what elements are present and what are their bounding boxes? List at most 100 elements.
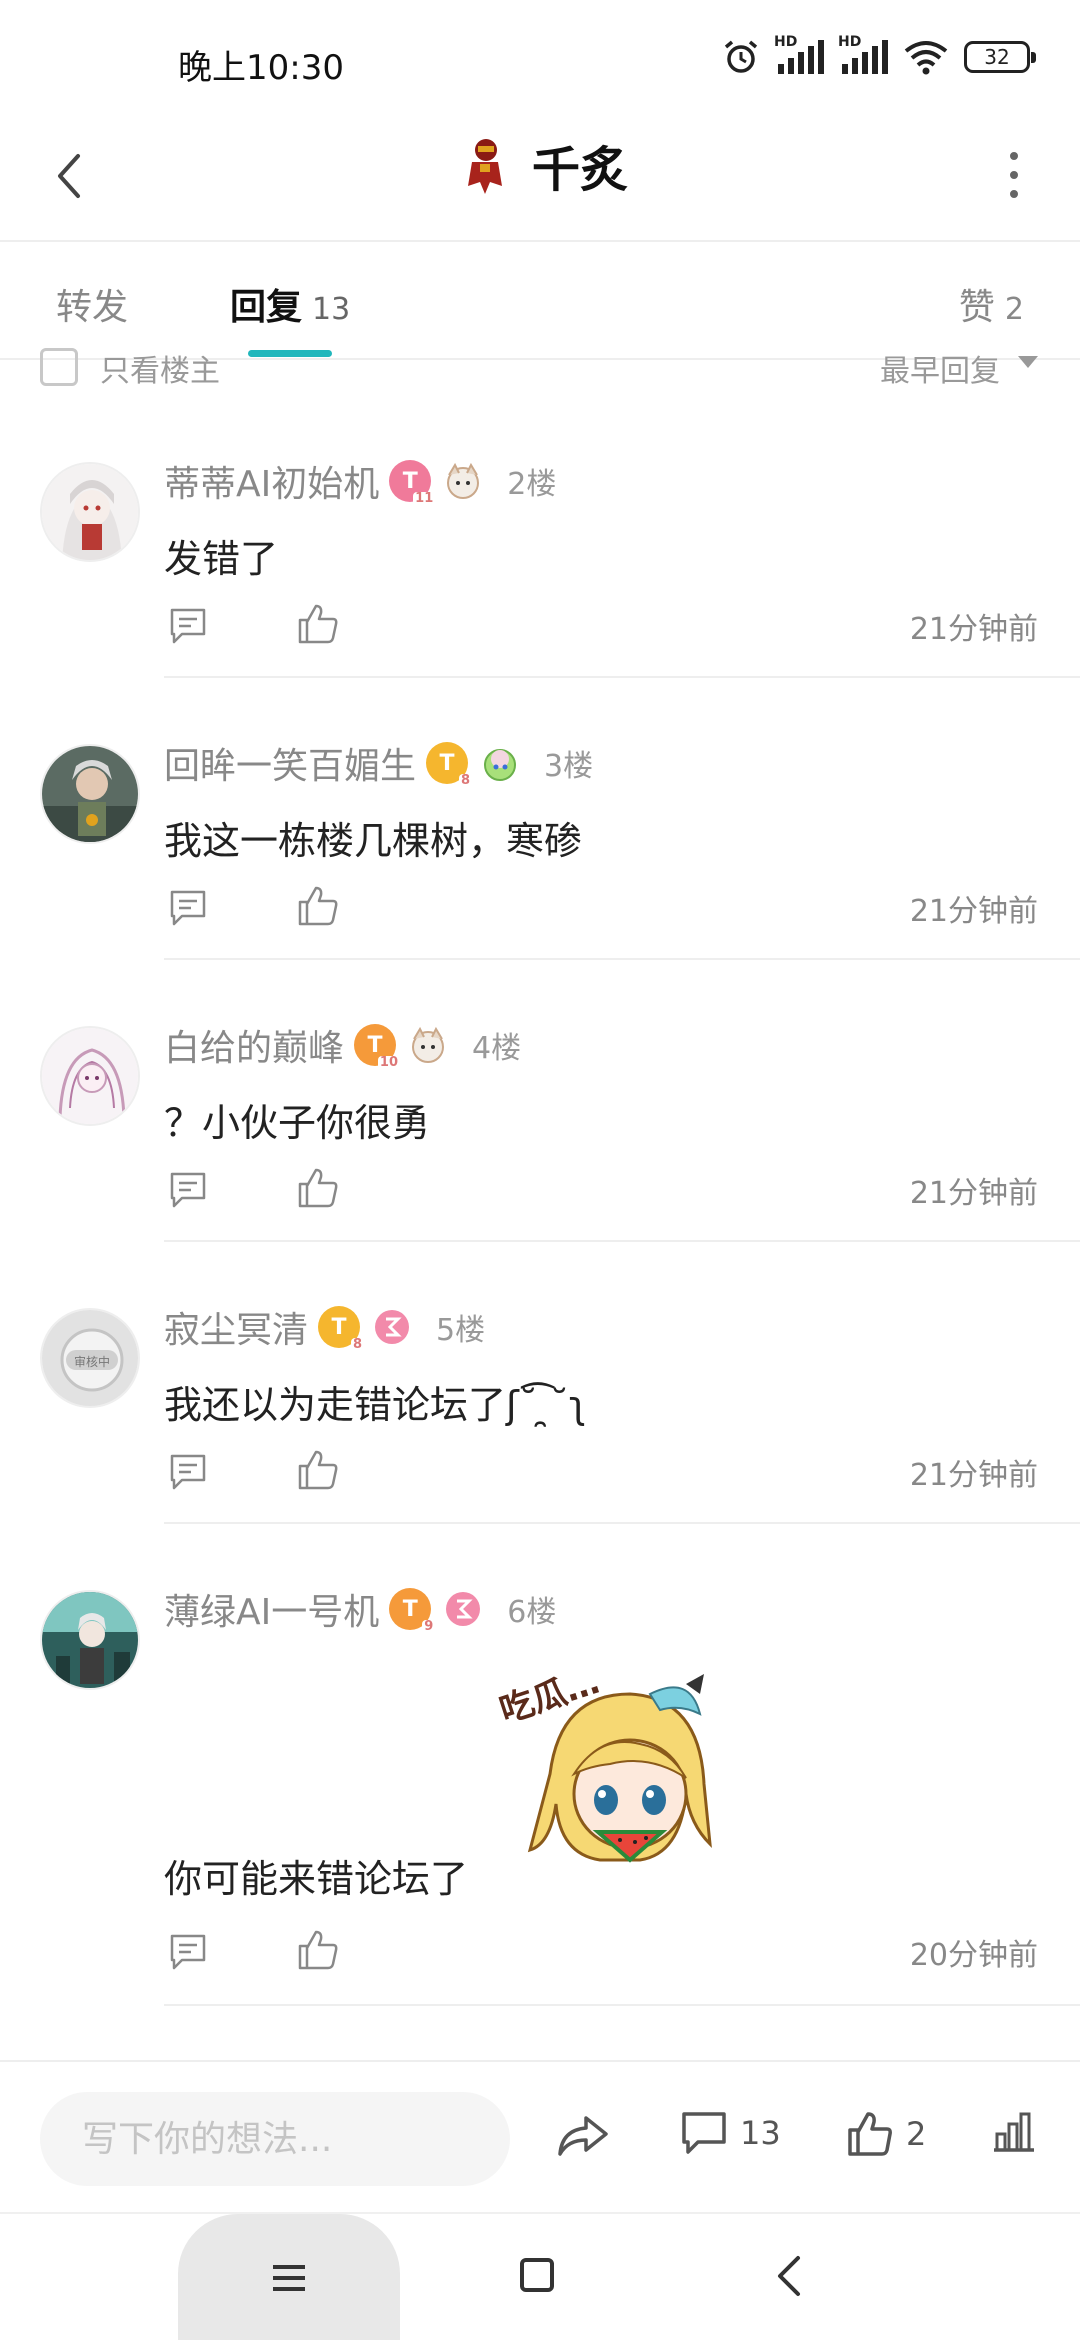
like-icon[interactable] <box>296 602 340 646</box>
avatar-pending-label: 审核中 <box>74 1354 110 1369</box>
nav-menu-button[interactable] <box>178 2214 400 2340</box>
level-badge-icon: T8 <box>426 742 473 788</box>
battery-icon: 32 <box>964 41 1036 73</box>
badge-level: 8 <box>350 1337 365 1352</box>
comment-count: 13 <box>740 2114 781 2152</box>
sort-dropdown[interactable]: 最早回复 <box>880 346 1000 390</box>
comment-meta: 白给的巅峰 T 10 4楼 <box>164 1020 521 1070</box>
floor-number: 4楼 <box>472 1031 522 1066</box>
header-center: 千炙 <box>0 130 1080 200</box>
avatar[interactable] <box>40 462 140 562</box>
comment-time: 21分钟前 <box>909 894 1038 929</box>
comment-input-box[interactable] <box>40 2092 510 2186</box>
badge-level: 10 <box>377 1055 401 1070</box>
hd-signal-icon: HD <box>838 34 888 74</box>
tab-repost-label: 转发 <box>56 287 129 328</box>
comment-content[interactable]: ？小伙子你很勇 <box>164 1092 430 1147</box>
tab-reply-label: 回复 <box>230 287 303 328</box>
username[interactable]: 寂尘冥清 <box>164 1301 308 1353</box>
floor-number: 2楼 <box>507 467 557 502</box>
tab-like-label: 赞 <box>958 287 995 328</box>
comment-actions: 21分钟前 <box>164 1444 1040 1504</box>
thumbs-up-icon <box>848 2112 892 2156</box>
alarm-icon <box>724 40 758 73</box>
comment-content[interactable]: 发错了 <box>164 528 278 583</box>
level-badge-icon: T8 <box>318 1306 365 1352</box>
tab-reply[interactable]: 回复 13 <box>230 278 350 330</box>
avatar[interactable] <box>40 1026 140 1126</box>
comment-icon <box>682 2112 726 2154</box>
comment-input[interactable] <box>40 2092 510 2186</box>
menu-icon <box>273 2265 305 2291</box>
avatar[interactable]: 审核中 <box>40 1308 140 1408</box>
sticker-image[interactable]: 吃瓜… <box>490 1654 730 1884</box>
tab-reply-count: 13 <box>312 292 351 327</box>
divider <box>164 2004 1080 2006</box>
caret-down-icon <box>1018 356 1038 368</box>
comment-item: 回眸一笑百媚生 T8 3楼 我这一栋楼几棵树，寒碜 21分钟前 <box>0 722 1080 962</box>
avatar[interactable] <box>40 1590 140 1690</box>
reply-icon[interactable] <box>168 606 208 646</box>
floor-number: 3楼 <box>544 749 594 784</box>
reply-icon[interactable] <box>168 1932 208 1972</box>
username[interactable]: 蒂蒂AI初始机 <box>164 455 379 507</box>
comment-actions: 21分钟前 <box>164 1162 1040 1222</box>
page-title: 千炙 <box>531 142 628 198</box>
like-count: 2 <box>906 2115 927 2153</box>
like-count-button[interactable]: 2 <box>846 2110 926 2158</box>
status-bar: 晚上10:30 HD HD 32 <box>0 0 1080 120</box>
wifi-icon <box>904 41 948 75</box>
avatar[interactable] <box>40 744 140 844</box>
comment-content[interactable]: 你可能来错论坛了 <box>164 1848 468 1903</box>
status-time: 晚上10:30 <box>178 48 344 88</box>
only-op-checkbox[interactable] <box>40 348 78 386</box>
share-icon <box>558 2116 608 2156</box>
tab-like[interactable]: 赞2 <box>959 278 1024 330</box>
reply-icon[interactable] <box>168 1452 208 1492</box>
comment-meta: 寂尘冥清 T8 5楼 <box>164 1302 485 1352</box>
fan-badge-icon <box>484 749 517 781</box>
bottom-action-bar: 13 2 <box>0 2060 1080 2210</box>
tab-repost[interactable]: 转发 <box>56 278 128 330</box>
like-icon[interactable] <box>296 1166 340 1210</box>
like-icon[interactable] <box>296 1448 340 1492</box>
more-options-icon[interactable] <box>1008 152 1020 198</box>
badge-level: 11 <box>413 491 436 506</box>
like-icon[interactable] <box>296 1928 340 1972</box>
reply-icon[interactable] <box>168 1170 208 1210</box>
comment-meta: 薄绿AI一号机 T9 6楼 <box>164 1584 556 1634</box>
comment-actions: 21分钟前 <box>164 880 1040 940</box>
nav-back-icon[interactable] <box>772 2252 806 2300</box>
top-header: 千炙 <box>0 120 1080 242</box>
nav-home-icon[interactable] <box>520 2258 554 2292</box>
comment-time: 21分钟前 <box>909 612 1038 647</box>
share-button[interactable] <box>556 2110 610 2160</box>
only-op-label[interactable]: 只看楼主 <box>100 346 220 390</box>
badge-level: 8 <box>458 773 473 788</box>
comment-content[interactable]: 我还以为走错论坛了ʃ˘͡ ̯˘ʅ <box>164 1374 586 1429</box>
comment-meta: 回眸一笑百媚生 T8 3楼 <box>164 738 593 788</box>
comment-meta: 蒂蒂AI初始机 T 11 2楼 <box>164 456 556 506</box>
status-icons: HD HD 32 <box>722 34 1036 76</box>
like-icon[interactable] <box>296 884 340 928</box>
badge-level: 9 <box>422 1619 436 1634</box>
username[interactable]: 白给的巅峰 <box>164 1019 344 1071</box>
hd-signal-icon: HD <box>774 34 824 74</box>
divider <box>164 1240 1080 1242</box>
reply-icon[interactable] <box>168 888 208 928</box>
floor-number: 5楼 <box>436 1313 486 1348</box>
comment-time: 20分钟前 <box>909 1938 1038 1973</box>
fan-badge-icon <box>412 1026 445 1063</box>
comment-item: 白给的巅峰 T 10 4楼 ？小伙子你很勇 21分钟前 <box>0 1004 1080 1244</box>
username[interactable]: 薄绿AI一号机 <box>164 1583 379 1635</box>
stats-button[interactable] <box>990 2110 1036 2154</box>
author-avatar[interactable] <box>451 132 518 198</box>
level-badge-icon: T 10 <box>354 1024 401 1070</box>
fan-badge-icon <box>375 1310 410 1344</box>
fan-badge-icon <box>447 462 480 499</box>
divider <box>164 1522 1080 1524</box>
username[interactable]: 回眸一笑百媚生 <box>164 737 416 789</box>
comment-content[interactable]: 我这一栋楼几棵树，寒碜 <box>164 810 582 865</box>
comment-count-button[interactable]: 13 <box>680 2110 781 2156</box>
filter-row: 只看楼主 最早回复 <box>0 340 1080 392</box>
